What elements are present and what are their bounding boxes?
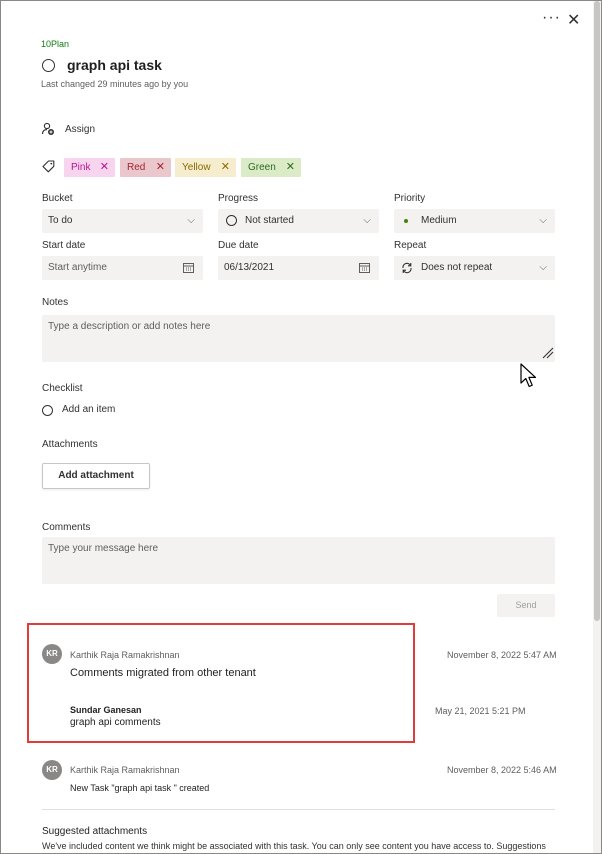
comment-timestamp: November 8, 2022 5:47 AM: [447, 650, 557, 660]
nested-comment-author: Sundar Ganesan: [70, 705, 142, 715]
label-yellow[interactable]: Yellow ✕: [175, 158, 236, 177]
scrollbar-thumb[interactable]: [594, 1, 600, 621]
chevron-down-icon: ⌵: [539, 215, 547, 226]
comment-author: Karthik Raja Ramakrishnan: [70, 650, 180, 660]
label-red[interactable]: Red ✕: [120, 158, 171, 177]
comment-text: Comments migrated from other tenant: [70, 667, 256, 679]
calendar-icon[interactable]: [359, 262, 370, 273]
suggested-attachments-title: Suggested attachments: [42, 826, 148, 837]
repeat-value: Does not repeat: [421, 262, 493, 273]
progress-label: Progress: [218, 193, 259, 204]
start-date-label: Start date: [42, 240, 86, 251]
chevron-down-icon: ⌵: [363, 215, 371, 226]
complete-task-circle-icon[interactable]: [42, 59, 55, 72]
repeat-label: Repeat: [394, 240, 427, 251]
suggested-attachments-description: We've included content we think might be…: [42, 841, 546, 851]
start-date-placeholder: Start anytime: [48, 262, 107, 273]
scrollbar[interactable]: [593, 1, 601, 853]
remove-label-icon[interactable]: ✕: [221, 158, 230, 177]
comment-author: Karthik Raja Ramakrishnan: [70, 765, 180, 775]
avatar: KR: [42, 760, 62, 780]
send-button[interactable]: Send: [497, 594, 555, 617]
bucket-label: Bucket: [42, 193, 73, 204]
start-date-input[interactable]: Start anytime: [42, 256, 203, 280]
divider: [42, 809, 555, 810]
comments-label: Comments: [42, 522, 91, 533]
resize-handle-icon[interactable]: [541, 346, 554, 359]
repeat-icon: [402, 262, 412, 274]
chevron-down-icon: ⌵: [539, 262, 547, 273]
not-started-circle-icon: [226, 215, 237, 226]
priority-dropdown[interactable]: Medium ⌵: [394, 209, 555, 233]
assign-person-icon[interactable]: [41, 122, 55, 136]
bucket-dropdown[interactable]: To do ⌵: [42, 209, 203, 233]
medium-priority-dot-icon: [404, 219, 408, 223]
bucket-value: To do: [48, 215, 73, 226]
remove-label-icon[interactable]: ✕: [156, 158, 165, 177]
more-options-icon[interactable]: ···: [542, 9, 561, 27]
comment-text: New Task "graph api task " created: [70, 783, 210, 793]
notes-label: Notes: [42, 297, 69, 308]
due-date-input[interactable]: 06/13/2021: [218, 256, 379, 280]
avatar: KR: [42, 644, 62, 664]
last-changed-text: Last changed 29 minutes ago by you: [41, 79, 189, 89]
attachments-label: Attachments: [42, 439, 98, 450]
label-green-text: Green: [248, 162, 276, 173]
assign-button[interactable]: Assign: [65, 124, 95, 135]
tag-icon[interactable]: [42, 160, 55, 173]
repeat-dropdown[interactable]: Does not repeat ⌵: [394, 256, 555, 280]
comment-placeholder: Type your message here: [48, 543, 159, 554]
close-icon[interactable]: ✕: [567, 10, 580, 30]
nested-comment-timestamp: May 21, 2021 5:21 PM: [435, 706, 526, 716]
due-date-label: Due date: [218, 240, 259, 251]
label-pink-text: Pink: [71, 162, 91, 173]
checklist-label: Checklist: [42, 383, 83, 394]
add-attachment-button[interactable]: Add attachment: [42, 463, 150, 489]
label-green[interactable]: Green ✕: [241, 158, 301, 177]
priority-value: Medium: [421, 215, 457, 226]
label-red-text: Red: [127, 162, 146, 173]
add-checklist-item[interactable]: Add an item: [62, 404, 115, 415]
task-details-dialog: ··· ✕ 10Plan graph api task Last changed…: [0, 0, 602, 854]
remove-label-icon[interactable]: ✕: [100, 158, 109, 177]
priority-label: Priority: [394, 193, 426, 204]
label-yellow-text: Yellow: [182, 162, 211, 173]
progress-dropdown[interactable]: Not started ⌵: [218, 209, 379, 233]
checklist-circle-icon: [42, 405, 53, 416]
chevron-down-icon: ⌵: [187, 215, 195, 226]
label-pink[interactable]: Pink ✕: [64, 158, 115, 177]
nested-comment-text: graph api comments: [70, 717, 161, 728]
due-date-value: 06/13/2021: [224, 262, 275, 273]
task-title[interactable]: graph api task: [67, 57, 162, 73]
remove-label-icon[interactable]: ✕: [286, 158, 295, 177]
comment-timestamp: November 8, 2022 5:46 AM: [447, 765, 557, 775]
notes-placeholder: Type a description or add notes here: [48, 321, 211, 332]
calendar-icon[interactable]: [183, 262, 194, 273]
mouse-pointer-icon: [520, 363, 537, 388]
progress-value: Not started: [245, 215, 294, 226]
plan-name[interactable]: 10Plan: [41, 39, 69, 49]
